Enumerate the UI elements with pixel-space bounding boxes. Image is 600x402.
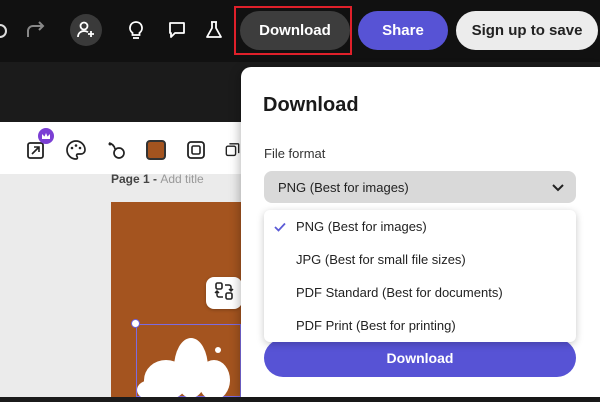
swap-button[interactable] [206, 277, 242, 309]
undo-icon[interactable] [0, 20, 12, 42]
flask-icon[interactable] [204, 19, 224, 41]
animate-icon[interactable] [104, 138, 128, 162]
page-label: Page 1 - Add title [111, 172, 204, 186]
format-option-pdf-print[interactable]: PDF Print (Best for printing) [264, 309, 576, 342]
swap-icon [214, 281, 234, 306]
option-label: PDF Standard (Best for documents) [296, 285, 503, 300]
format-option-jpg[interactable]: JPG (Best for small file sizes) [264, 243, 576, 276]
signup-button[interactable]: Sign up to save [456, 11, 598, 50]
frame-icon[interactable] [184, 138, 208, 162]
panel-title: Download [263, 94, 359, 116]
premium-crown-icon [38, 128, 54, 144]
selected-format: PNG (Best for images) [278, 179, 409, 195]
chevron-down-icon [552, 180, 564, 195]
add-user-icon[interactable] [70, 14, 102, 46]
option-label: PNG (Best for images) [296, 219, 427, 234]
share-button[interactable]: Share [358, 11, 448, 50]
file-format-label: File format [264, 146, 326, 161]
color-swatch[interactable] [146, 140, 166, 160]
check-icon [264, 222, 296, 232]
redo-icon[interactable] [24, 20, 48, 42]
palette-icon[interactable] [64, 138, 88, 162]
format-dropdown: PNG (Best for images) JPG (Best for smal… [264, 210, 576, 342]
format-option-png[interactable]: PNG (Best for images) [264, 210, 576, 243]
lightbulb-icon[interactable] [126, 19, 146, 41]
page-prefix: Page 1 - [111, 172, 161, 186]
option-label: PDF Print (Best for printing) [296, 318, 456, 333]
download-button[interactable]: Download [240, 11, 350, 50]
option-label: JPG (Best for small file sizes) [296, 252, 466, 267]
panel-download-button[interactable]: Download [264, 339, 576, 377]
page-title-placeholder[interactable]: Add title [160, 172, 203, 186]
format-option-pdf-standard[interactable]: PDF Standard (Best for documents) [264, 276, 576, 309]
comment-icon[interactable] [166, 19, 188, 41]
selection-handle[interactable] [131, 319, 140, 328]
layers-icon[interactable] [224, 138, 241, 162]
file-format-select[interactable]: PNG (Best for images) [264, 171, 576, 203]
flower-graphic[interactable] [136, 338, 241, 400]
